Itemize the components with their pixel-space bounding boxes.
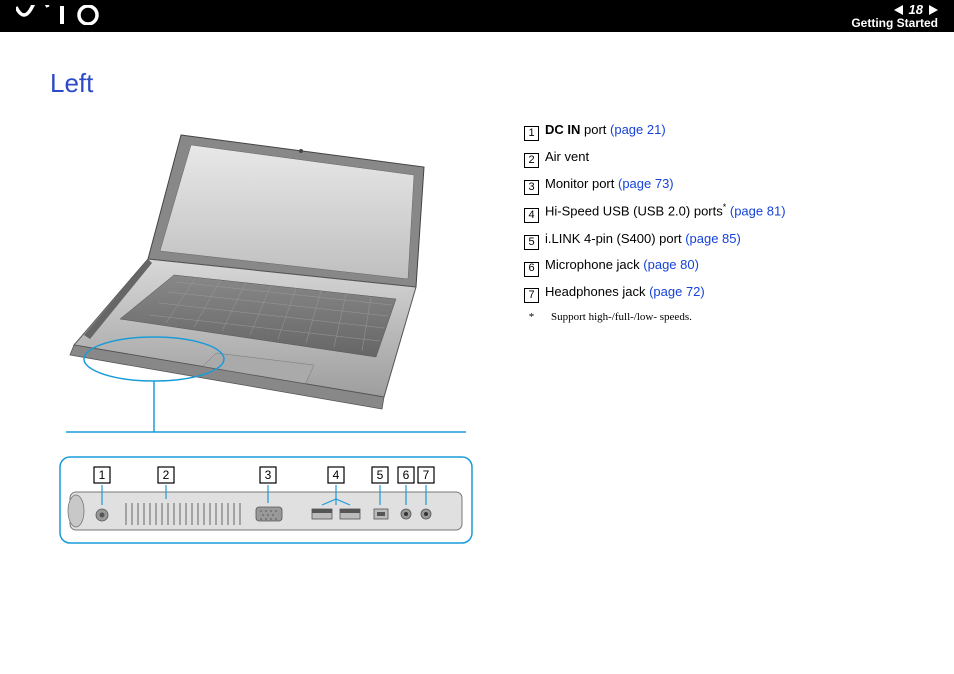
legend-text-1: DC IN port (page 21) [545, 120, 666, 141]
page-link-85[interactable]: (page 85) [685, 231, 741, 246]
legend-item-4: 4 Hi-Speed USB (USB 2.0) ports* (page 81… [524, 200, 914, 222]
num-box-5: 5 [524, 235, 539, 250]
header-right: 18 Getting Started [851, 2, 938, 30]
section-title: Left [50, 68, 486, 99]
legend-column: 1 DC IN port (page 21) 2 Air vent 3 Moni… [524, 68, 914, 547]
callout-1: 1 [99, 468, 106, 482]
next-page-icon[interactable] [929, 5, 938, 15]
num-box-4: 4 [524, 208, 539, 223]
left-column: Left [56, 68, 486, 547]
num-box-2: 2 [524, 153, 539, 168]
prev-page-icon[interactable] [894, 5, 903, 15]
legend-text-3: Monitor port (page 73) [545, 174, 674, 195]
legend-item-6: 6 Microphone jack (page 80) [524, 255, 914, 276]
page-link-73[interactable]: (page 73) [618, 176, 674, 191]
legend-text-2: Air vent [545, 147, 589, 168]
callout-4: 4 [333, 468, 340, 482]
callout-2: 2 [163, 468, 170, 482]
page-link-80[interactable]: (page 80) [643, 257, 699, 272]
page-number: 18 [909, 2, 923, 17]
num-box-6: 6 [524, 262, 539, 277]
footnote-text: Support high-/full-/low- speeds. [551, 309, 692, 327]
vaio-logo [16, 1, 126, 32]
legend-item-2: 2 Air vent [524, 147, 914, 168]
page-link-21[interactable]: (page 21) [610, 122, 666, 137]
num-box-1: 1 [524, 126, 539, 141]
legend-text-4: Hi-Speed USB (USB 2.0) ports* (page 81) [545, 200, 786, 222]
page-link-81[interactable]: (page 81) [730, 204, 786, 219]
legend-item-7: 7 Headphones jack (page 72) [524, 282, 914, 303]
content-area: Left [0, 32, 954, 567]
legend-text-6: Microphone jack (page 80) [545, 255, 699, 276]
num-box-7: 7 [524, 288, 539, 303]
callout-7: 7 [423, 468, 430, 482]
legend-text-7: Headphones jack (page 72) [545, 282, 705, 303]
header-bar: 18 Getting Started [0, 0, 954, 32]
section-label: Getting Started [851, 16, 938, 30]
legend-item-1: 1 DC IN port (page 21) [524, 120, 914, 141]
legend-item-5: 5 i.LINK 4-pin (S400) port (page 85) [524, 229, 914, 250]
footnote: * Support high-/full-/low- speeds. [524, 309, 914, 327]
page-link-72[interactable]: (page 72) [649, 284, 705, 299]
callout-5: 5 [377, 468, 384, 482]
callout-6: 6 [403, 468, 410, 482]
legend-text-5: i.LINK 4-pin (S400) port (page 85) [545, 229, 741, 250]
laptop-illustration: 1 2 3 4 5 6 7 [56, 127, 476, 547]
num-box-3: 3 [524, 180, 539, 195]
legend-item-3: 3 Monitor port (page 73) [524, 174, 914, 195]
page-nav: 18 [894, 2, 938, 17]
footnote-star: * [524, 309, 539, 327]
callout-3: 3 [265, 468, 272, 482]
